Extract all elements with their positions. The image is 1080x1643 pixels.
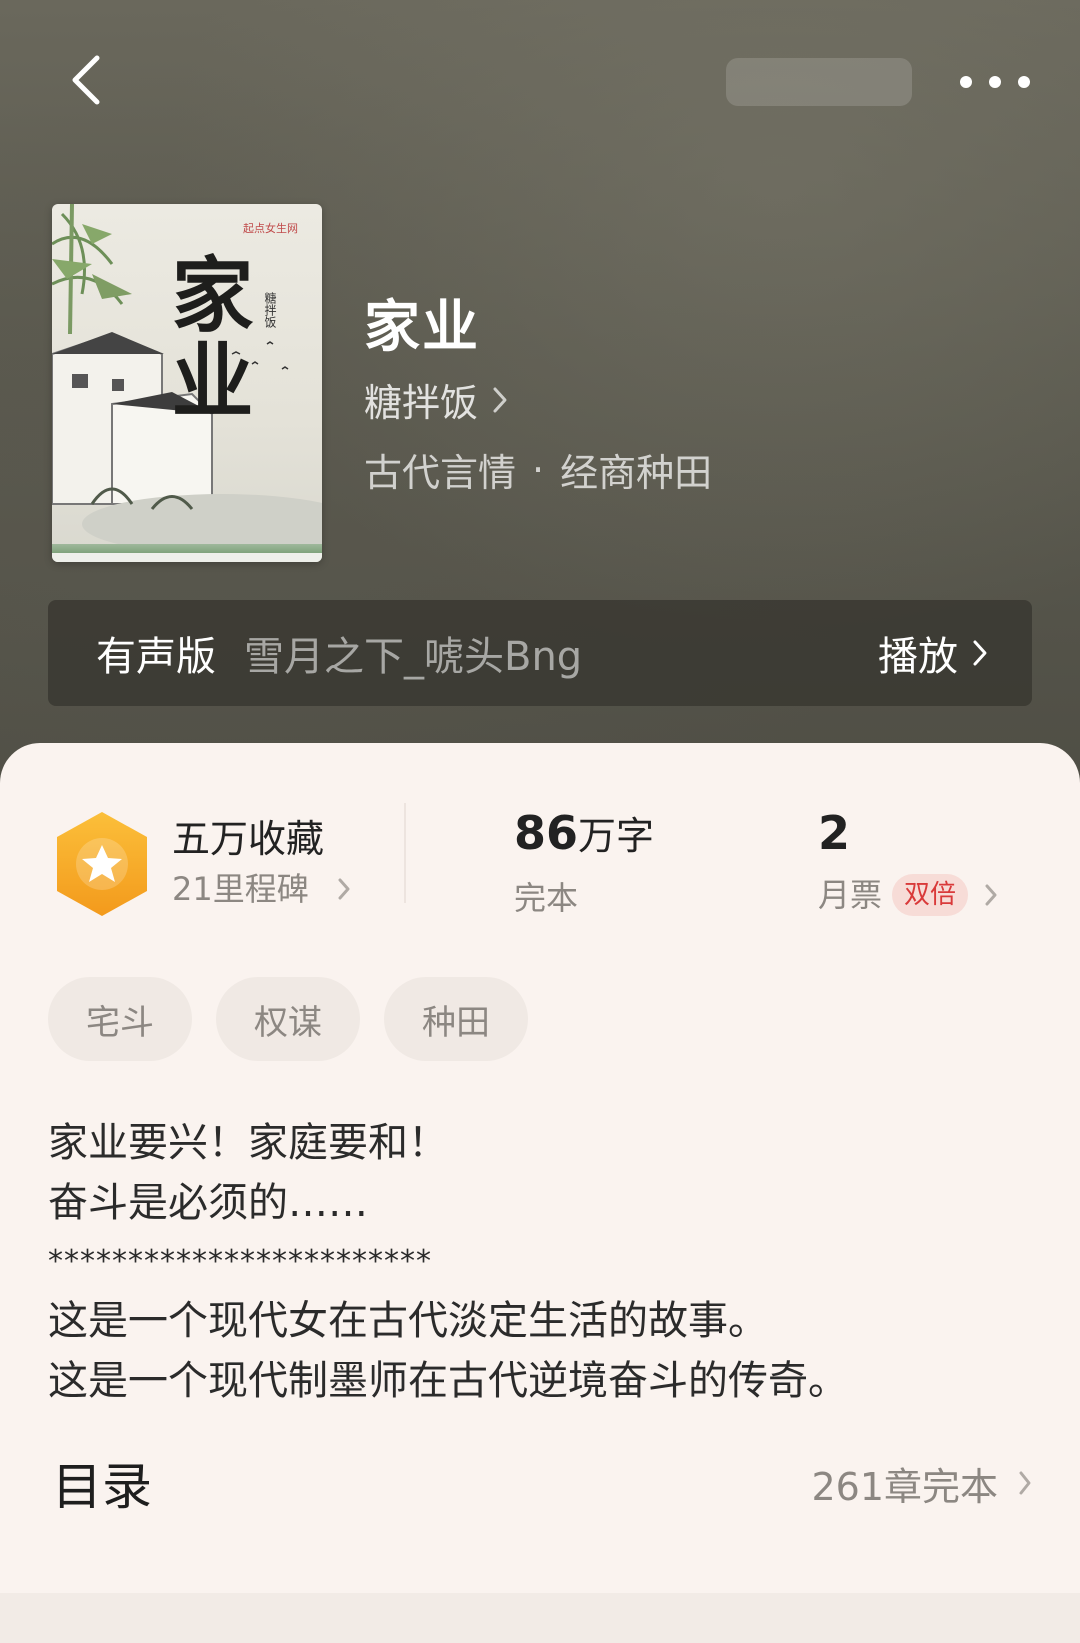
cover-author: 糖拌饭 bbox=[263, 292, 277, 328]
chevron-right-icon bbox=[1019, 1471, 1031, 1495]
book-introduction[interactable]: 家业要兴！家庭要和！ 奋斗是必须的…… ********************… bbox=[48, 1113, 1038, 1411]
more-dot bbox=[1018, 76, 1030, 88]
play-button[interactable]: 播放 bbox=[878, 624, 988, 682]
monthly-ticket-count: 2 bbox=[818, 806, 851, 860]
double-badge: 双倍 bbox=[892, 874, 969, 916]
cover-band bbox=[52, 544, 322, 562]
toc-chapter-count: 261章完本 bbox=[811, 1464, 998, 1509]
book-author-link[interactable]: 糖拌饭 bbox=[364, 372, 508, 427]
more-dots-icon bbox=[960, 76, 972, 88]
toc-chapter-info: 261章完本 bbox=[811, 1456, 1032, 1511]
audio-version-label: 有声版 bbox=[96, 634, 216, 680]
back-arrow-icon bbox=[72, 55, 100, 105]
milestone-label: 21里程碑 bbox=[172, 870, 309, 908]
stat-divider bbox=[404, 803, 406, 903]
section-divider bbox=[0, 1593, 1080, 1643]
tag-chip[interactable]: 权谋 bbox=[216, 977, 360, 1061]
audio-narrator: 雪月之下_唬头Bng bbox=[244, 634, 583, 680]
chevron-right-icon bbox=[338, 878, 350, 900]
tag-chip[interactable]: 种田 bbox=[384, 977, 528, 1061]
chevron-right-icon bbox=[985, 884, 997, 906]
star-badge-icon bbox=[57, 812, 147, 916]
play-label: 播放 bbox=[878, 634, 958, 680]
book-author-name: 糖拌饭 bbox=[364, 381, 479, 425]
back-button[interactable] bbox=[58, 52, 114, 108]
intro-line: 这是一个现代女在古代淡定生活的故事。 bbox=[48, 1298, 768, 1344]
completion-status: 完本 bbox=[514, 879, 579, 917]
favorites-count: 五万收藏 bbox=[172, 817, 325, 861]
category-separator: · bbox=[532, 447, 545, 492]
subcategory-label: 经商种田 bbox=[560, 451, 713, 495]
book-category: 古代言情 · 经商种田 bbox=[364, 442, 712, 497]
table-of-contents-row[interactable]: 目录 261章完本 bbox=[52, 1443, 1032, 1523]
chevron-right-icon bbox=[493, 387, 507, 412]
toc-title: 目录 bbox=[52, 1458, 152, 1516]
milestone-link[interactable]: 21里程碑 bbox=[172, 864, 351, 914]
cover-title: 家业 bbox=[157, 252, 253, 424]
book-cover[interactable]: 起点女生网 家业 糖拌饭 bbox=[52, 204, 322, 562]
intro-line: 家业要兴！家庭要和！ bbox=[48, 1120, 448, 1166]
tag-chip[interactable]: 宅斗 bbox=[48, 977, 192, 1061]
header-placeholder-pill bbox=[726, 58, 912, 106]
tag-list: 宅斗 权谋 种田 bbox=[48, 977, 552, 1061]
cover-publisher: 起点女生网 bbox=[243, 222, 298, 235]
intro-divider-stars: ************************ bbox=[48, 1244, 432, 1279]
word-count-unit: 万字 bbox=[578, 814, 655, 858]
favorites-stat[interactable]: 五万收藏 21里程碑 bbox=[52, 809, 351, 919]
more-button[interactable] bbox=[960, 62, 1030, 102]
word-count-number: 86 bbox=[514, 806, 579, 860]
book-title: 家业 bbox=[364, 294, 480, 360]
word-count-stat: 86万字 完本 bbox=[514, 803, 654, 928]
intro-line: 这是一个现代制墨师在古代逆境奋斗的传奇。 bbox=[48, 1358, 848, 1404]
monthly-ticket-label: 月票 bbox=[818, 876, 883, 914]
intro-line: 奋斗是必须的…… bbox=[48, 1180, 368, 1226]
hero-header: 起点女生网 家业 糖拌饭 家业 糖拌饭 古代言情 · 经商种田 有声版 雪月之下… bbox=[0, 0, 1080, 800]
monthly-ticket-stat[interactable]: 2 月票 双倍 bbox=[818, 803, 998, 925]
book-info-card: 五万收藏 21里程碑 86万字 完本 2 月票 双倍 宅斗 权谋 种田 家业要兴… bbox=[0, 743, 1080, 1643]
chevron-right-icon bbox=[973, 640, 987, 666]
category-label: 古代言情 bbox=[364, 451, 517, 495]
more-dot bbox=[989, 76, 1001, 88]
audio-version-bar[interactable]: 有声版 雪月之下_唬头Bng 播放 bbox=[48, 600, 1032, 706]
